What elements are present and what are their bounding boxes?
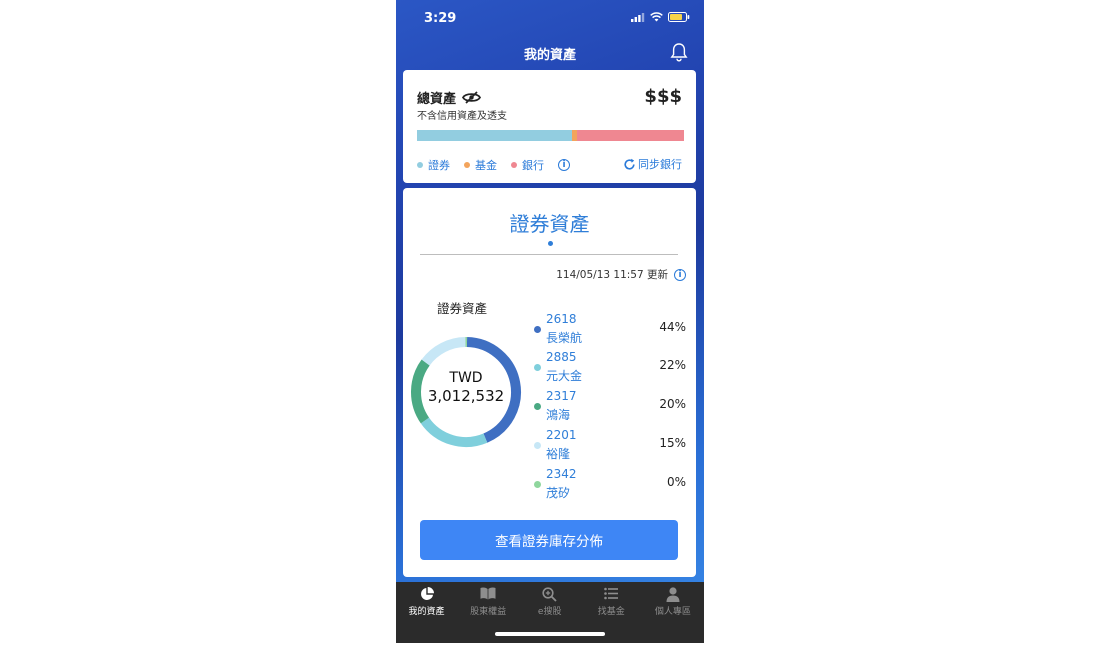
legend-bank: 銀行 (511, 157, 544, 173)
total-assets-title: 總資產 (417, 88, 482, 107)
holding-code: 2885 (546, 350, 577, 364)
holding-code: 2618 (546, 312, 577, 326)
battery-icon (668, 12, 690, 22)
holding-code: 2201 (546, 428, 577, 442)
holding-percent: 22% (659, 358, 686, 372)
bell-icon[interactable] (670, 42, 688, 62)
legend-dot (511, 162, 517, 168)
info-icon[interactable]: i (674, 268, 686, 281)
page-indicator-dot (548, 241, 553, 246)
holding-row[interactable]: 2618 長榮航 44% (533, 312, 693, 348)
update-time-label: 114/05/13 11:57 更新 (556, 269, 668, 281)
bar-segment-securities (417, 130, 572, 141)
status-time: 3:29 (424, 11, 457, 26)
total-assets-label: 總資產 (417, 92, 457, 107)
person-icon (666, 587, 680, 602)
page-title: 我的資產 (523, 48, 576, 63)
holding-name: 元大金 (546, 369, 583, 383)
total-amount: 3,012,532 (427, 387, 505, 405)
legend-dot (464, 162, 470, 168)
view-inventory-button[interactable]: 查看證券庫存分佈 (420, 520, 678, 560)
sync-bank-label: 同步銀行 (638, 158, 682, 171)
holding-row[interactable]: 2342 茂矽 0% (533, 467, 693, 503)
legend-securities: 證券 (417, 157, 450, 173)
donut-slice-2885 (420, 417, 488, 447)
tab-label: 個人專區 (654, 607, 691, 617)
pie-chart-icon (420, 587, 434, 600)
currency-label: TWD (449, 370, 483, 386)
info-icon[interactable]: i (558, 159, 570, 171)
tab-label: 找基金 (597, 607, 625, 617)
divider (420, 254, 678, 255)
refresh-icon (624, 158, 635, 170)
home-indicator[interactable] (495, 632, 605, 636)
holding-name: 茂矽 (546, 486, 571, 500)
holding-row[interactable]: 2317 鴻海 20% (533, 389, 693, 425)
holding-row[interactable]: 2201 裕隆 15% (533, 428, 693, 464)
signal-icon (631, 12, 645, 22)
book-icon (480, 587, 496, 600)
donut-slice-2201 (421, 337, 466, 366)
total-assets-note: 不含信用資產及透支 (417, 111, 507, 122)
tab-label: 股東權益 (470, 607, 507, 617)
holding-code: 2317 (546, 389, 577, 403)
search-plus-icon (542, 587, 557, 602)
securities-title: 證券資產 (509, 212, 590, 236)
holding-color-dot (534, 403, 541, 410)
legend-label: 銀行 (522, 159, 544, 172)
securities-card: 證券資產 114/05/13 11:57 更新 i 證券資產 TWD 3,012… (403, 188, 696, 577)
holding-name: 鴻海 (546, 408, 571, 422)
phone-screen: 3:29 我的資產 總資產 不含信用資產及透支 $$$ 證券 基金 銀行 i 同… (396, 0, 704, 643)
tab-find-fund[interactable]: 找基金 (581, 582, 642, 622)
tab-my-assets[interactable]: 我的資產 (396, 582, 457, 622)
legend-label: 證券 (428, 159, 450, 172)
list-icon (604, 587, 619, 600)
tab-shareholder-rights[interactable]: 股東權益 (458, 582, 519, 622)
holding-percent: 20% (659, 397, 686, 411)
status-icons (631, 12, 690, 22)
status-bar: 3:29 (396, 0, 704, 36)
holding-color-dot (534, 442, 541, 449)
donut-section-label: 證券資產 (437, 301, 488, 316)
total-assets-card: 總資產 不含信用資產及透支 $$$ 證券 基金 銀行 i 同步銀行 (403, 70, 696, 183)
holding-code: 2342 (546, 467, 577, 481)
allocation-legend: 證券 基金 銀行 i (417, 157, 570, 173)
holding-color-dot (534, 326, 541, 333)
holding-percent: 44% (659, 320, 686, 334)
sync-bank-button[interactable]: 同步銀行 (623, 156, 682, 172)
asset-allocation-bar (417, 130, 684, 141)
tab-personal-area[interactable]: 個人專區 (642, 582, 703, 622)
legend-funds: 基金 (464, 157, 497, 173)
holding-name: 裕隆 (546, 447, 571, 461)
holding-percent: 0% (666, 475, 686, 489)
tab-stock-search[interactable]: e搜股 (519, 582, 580, 622)
holding-row[interactable]: 2885 元大金 22% (533, 350, 693, 386)
tab-label: 我的資產 (408, 607, 445, 617)
holding-name: 長榮航 (546, 331, 583, 345)
legend-dot (417, 162, 423, 168)
donut-center-text: TWD 3,012,532 (407, 370, 525, 405)
wifi-icon (650, 12, 663, 22)
bar-segment-bank (577, 130, 684, 141)
holding-color-dot (534, 364, 541, 371)
eye-off-icon[interactable] (462, 91, 482, 104)
holding-color-dot (534, 481, 541, 488)
holding-percent: 15% (659, 436, 686, 450)
legend-label: 基金 (475, 159, 497, 172)
total-assets-value: $$$ (644, 86, 682, 107)
update-time: 114/05/13 11:57 更新 i (556, 267, 686, 282)
tab-label: e搜股 (537, 607, 562, 617)
